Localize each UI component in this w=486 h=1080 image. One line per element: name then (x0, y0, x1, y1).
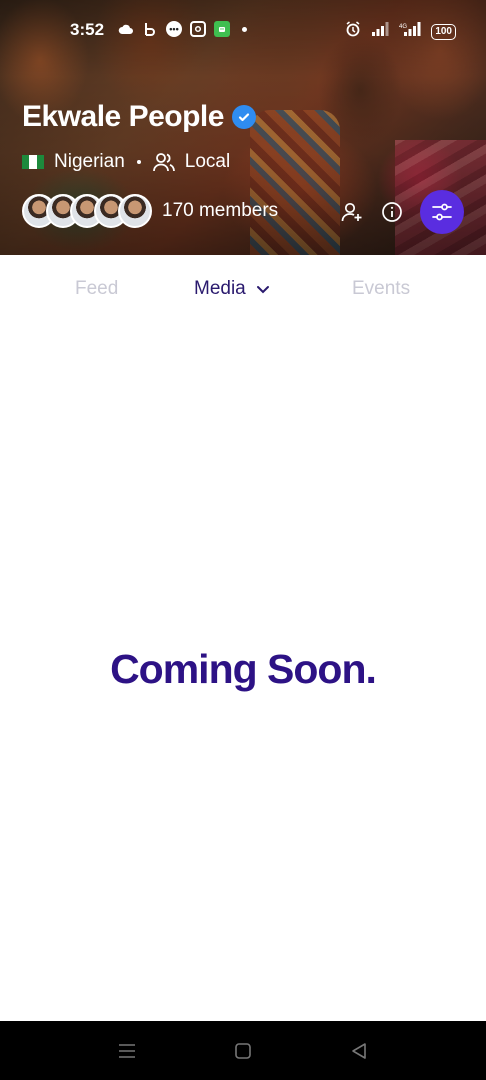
battery-icon: 100 (431, 23, 456, 40)
tab-media-label: Media (194, 278, 246, 299)
tab-media[interactable]: Media (194, 278, 270, 300)
coming-soon-message: Coming Soon. (110, 646, 377, 692)
dot-icon (242, 26, 247, 32)
member-avatars[interactable] (22, 194, 152, 228)
group-meta: Nigerian Local (22, 151, 230, 173)
members-count[interactable]: 170 members (162, 200, 278, 222)
signal-icon (371, 22, 389, 41)
members-summary[interactable]: 170 members (22, 194, 278, 228)
alarm-icon (345, 21, 361, 42)
svg-text:4G: 4G (399, 24, 407, 30)
b-icon (142, 21, 158, 37)
avatar (118, 194, 152, 228)
group-nationality: Nigerian (54, 151, 125, 172)
group-cover-image: 3:52 ••• 4G 100 Ekwale People Nigerian L… (0, 0, 486, 255)
tab-events[interactable]: Events (352, 278, 410, 300)
add-member-icon[interactable] (340, 200, 364, 224)
settings-sliders-button[interactable] (420, 190, 464, 234)
group-tabs: Feed Media Events (0, 272, 486, 308)
group-name: Ekwale People (22, 100, 224, 133)
group-header: Ekwale People (22, 100, 256, 134)
lte-signal-icon: 4G (399, 22, 421, 41)
sliders-icon (432, 203, 452, 221)
back-icon[interactable] (347, 1039, 371, 1063)
tab-feed[interactable]: Feed (75, 278, 118, 300)
group-scope: Local (184, 151, 231, 172)
chat-bubble-icon: ••• (166, 21, 182, 37)
status-bar: 3:52 ••• 4G 100 (0, 0, 486, 60)
chevron-down-icon (256, 285, 269, 293)
group-actions (340, 190, 464, 234)
meta-separator (136, 160, 141, 164)
home-icon[interactable] (231, 1039, 255, 1063)
menu-icon[interactable] (115, 1039, 139, 1063)
cloud-icon (118, 21, 134, 37)
users-icon (152, 152, 175, 172)
status-system-icons: 4G 100 (345, 21, 456, 42)
status-notification-icons: ••• (118, 21, 247, 37)
status-time: 3:52 (70, 20, 105, 39)
verified-badge-icon (231, 105, 256, 129)
info-icon[interactable] (380, 200, 404, 224)
nigeria-flag-icon (22, 155, 44, 169)
system-nav-bar (0, 1021, 486, 1080)
instagram-icon (190, 21, 206, 37)
android-app-icon (214, 21, 230, 37)
